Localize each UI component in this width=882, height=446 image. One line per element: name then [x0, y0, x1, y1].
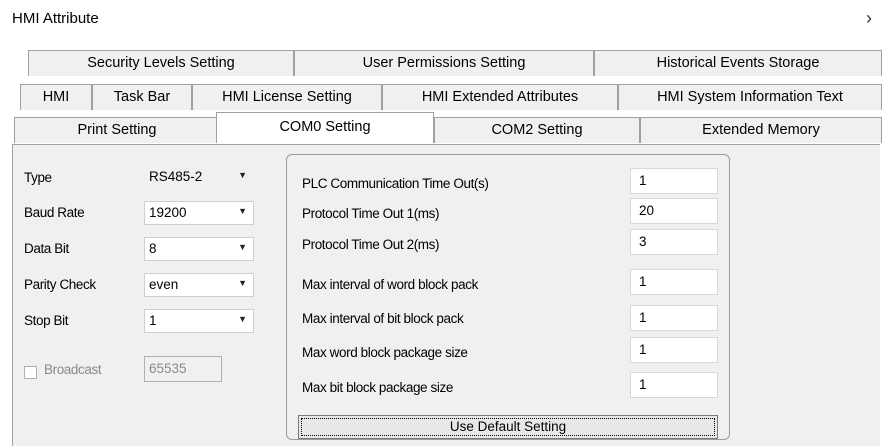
- tab-security-levels-setting[interactable]: Security Levels Setting: [28, 50, 294, 76]
- tab-com0-setting[interactable]: COM0 Setting: [216, 112, 434, 143]
- parity-check-label: Parity Check: [24, 277, 96, 292]
- tab-extended-memory[interactable]: Extended Memory: [640, 117, 882, 143]
- tab-hmi-license-setting[interactable]: HMI License Setting: [192, 84, 382, 110]
- tab-hmi-extended-attributes[interactable]: HMI Extended Attributes: [382, 84, 618, 110]
- max-interval-bit-block-label: Max interval of bit block pack: [302, 311, 464, 326]
- max-bit-block-size-label: Max bit block package size: [302, 380, 453, 395]
- baud-rate-select[interactable]: 19200 ▼: [144, 201, 254, 225]
- tab-historical-events-storage[interactable]: Historical Events Storage: [594, 50, 882, 76]
- chevron-down-icon[interactable]: ▼: [238, 206, 247, 216]
- tab-user-permissions-setting[interactable]: User Permissions Setting: [294, 50, 594, 76]
- type-label: Type: [24, 170, 52, 185]
- tab-hmi-system-information-text[interactable]: HMI System Information Text: [618, 84, 882, 110]
- max-interval-word-block-input[interactable]: 1: [630, 269, 718, 295]
- window-title: HMI Attribute: [12, 10, 99, 27]
- plc-communication-timeout-label: PLC Communication Time Out(s): [302, 176, 489, 191]
- protocol-timeout-1-label: Protocol Time Out 1(ms): [302, 206, 440, 221]
- broadcast-label: Broadcast: [44, 362, 102, 377]
- data-bit-select[interactable]: 8 ▼: [144, 237, 254, 261]
- tab-task-bar[interactable]: Task Bar: [92, 84, 192, 110]
- chevron-right-icon[interactable]: ›: [866, 8, 872, 29]
- max-word-block-size-input[interactable]: 1: [630, 337, 718, 363]
- max-interval-word-block-label: Max interval of word block pack: [302, 277, 478, 292]
- broadcast-address-field: 65535: [144, 356, 222, 382]
- chevron-down-icon[interactable]: ▼: [238, 278, 247, 288]
- baud-rate-label: Baud Rate: [24, 205, 85, 220]
- plc-communication-timeout-input[interactable]: 1: [630, 168, 718, 194]
- baud-rate-value: 19200: [149, 205, 187, 220]
- protocol-timeout-1-input[interactable]: 20: [630, 198, 718, 224]
- chevron-down-icon[interactable]: ▼: [238, 314, 247, 324]
- max-word-block-size-label: Max word block package size: [302, 345, 468, 360]
- broadcast-checkbox[interactable]: [24, 366, 37, 379]
- parity-check-select[interactable]: even ▼: [144, 273, 254, 297]
- chevron-down-icon[interactable]: ▼: [238, 242, 247, 252]
- stop-bit-label: Stop Bit: [24, 313, 69, 328]
- tab-hmi[interactable]: HMI: [20, 84, 92, 110]
- protocol-timeout-2-input[interactable]: 3: [630, 229, 718, 255]
- max-bit-block-size-input[interactable]: 1: [630, 372, 718, 398]
- type-select[interactable]: RS485-2 ▼: [144, 165, 254, 189]
- chevron-down-icon[interactable]: ▼: [238, 170, 247, 180]
- data-bit-value: 8: [149, 241, 157, 256]
- stop-bit-select[interactable]: 1 ▼: [144, 309, 254, 333]
- parity-check-value: even: [149, 277, 179, 292]
- protocol-timeout-2-label: Protocol Time Out 2(ms): [302, 237, 440, 252]
- type-value: RS485-2: [149, 169, 203, 184]
- use-default-setting-button[interactable]: Use Default Setting: [298, 415, 718, 439]
- tab-com2-setting[interactable]: COM2 Setting: [434, 117, 640, 143]
- stop-bit-value: 1: [149, 313, 157, 328]
- data-bit-label: Data Bit: [24, 241, 69, 256]
- max-interval-bit-block-input[interactable]: 1: [630, 305, 718, 331]
- tab-print-setting[interactable]: Print Setting: [14, 117, 220, 143]
